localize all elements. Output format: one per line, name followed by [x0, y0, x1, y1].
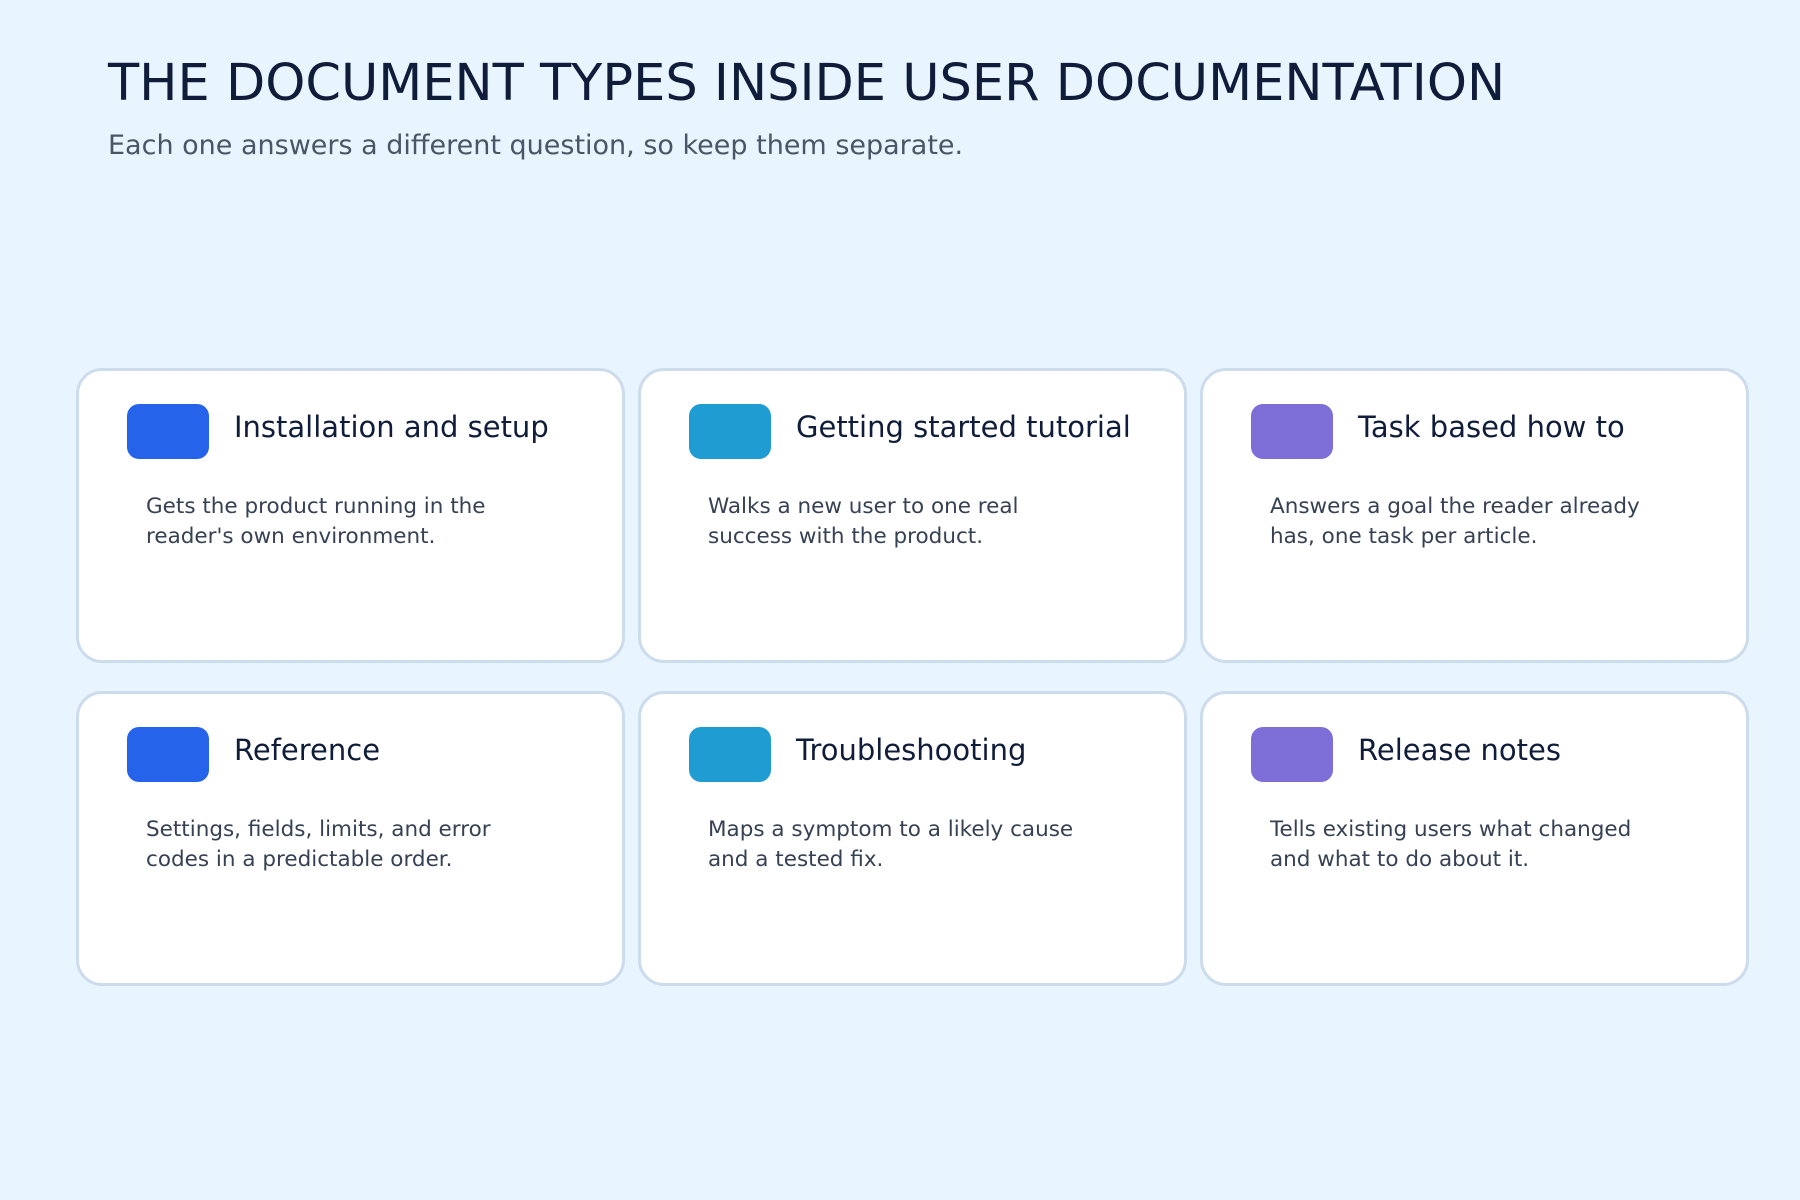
- card-installation-and-setup: Installation and setup Gets the product …: [76, 368, 625, 663]
- card-task-based-how-to: Task based how to Answers a goal the rea…: [1200, 368, 1749, 663]
- color-swatch: [689, 727, 771, 782]
- card-title: Installation and setup: [234, 410, 549, 444]
- color-swatch: [689, 404, 771, 459]
- page-subtitle: Each one answers a different question, s…: [108, 130, 964, 161]
- card-description: Walks a new user to one real success wit…: [708, 494, 1019, 549]
- header: THE DOCUMENT TYPES INSIDE USER DOCUMENTA…: [108, 52, 1708, 164]
- card-release-notes: Release notes Tells existing users what …: [1200, 691, 1749, 986]
- card-reference: Reference Settings, fields, limits, and …: [76, 691, 625, 986]
- card-title: Getting started tutorial: [796, 410, 1131, 444]
- card-title: Reference: [234, 733, 381, 767]
- card-description: Tells existing users what changed and wh…: [1270, 817, 1632, 872]
- card-title: Troubleshooting: [796, 733, 1027, 767]
- card-description: Answers a goal the reader already has, o…: [1270, 494, 1640, 549]
- card-title: Release notes: [1358, 733, 1561, 767]
- color-swatch: [1251, 727, 1333, 782]
- color-swatch: [127, 727, 209, 782]
- card-description: Gets the product running in the reader's…: [146, 494, 486, 549]
- card-troubleshooting: Troubleshooting Maps a symptom to a like…: [638, 691, 1187, 986]
- color-swatch: [127, 404, 209, 459]
- page-title: THE DOCUMENT TYPES INSIDE USER DOCUMENTA…: [108, 54, 1506, 113]
- card-description: Maps a symptom to a likely cause and a t…: [708, 817, 1074, 872]
- card-title: Task based how to: [1358, 410, 1625, 444]
- document-types-grid: Installation and setup Gets the product …: [76, 368, 1749, 986]
- card-getting-started-tutorial: Getting started tutorial Walks a new use…: [638, 368, 1187, 663]
- card-description: Settings, fields, limits, and error code…: [146, 817, 491, 872]
- color-swatch: [1251, 404, 1333, 459]
